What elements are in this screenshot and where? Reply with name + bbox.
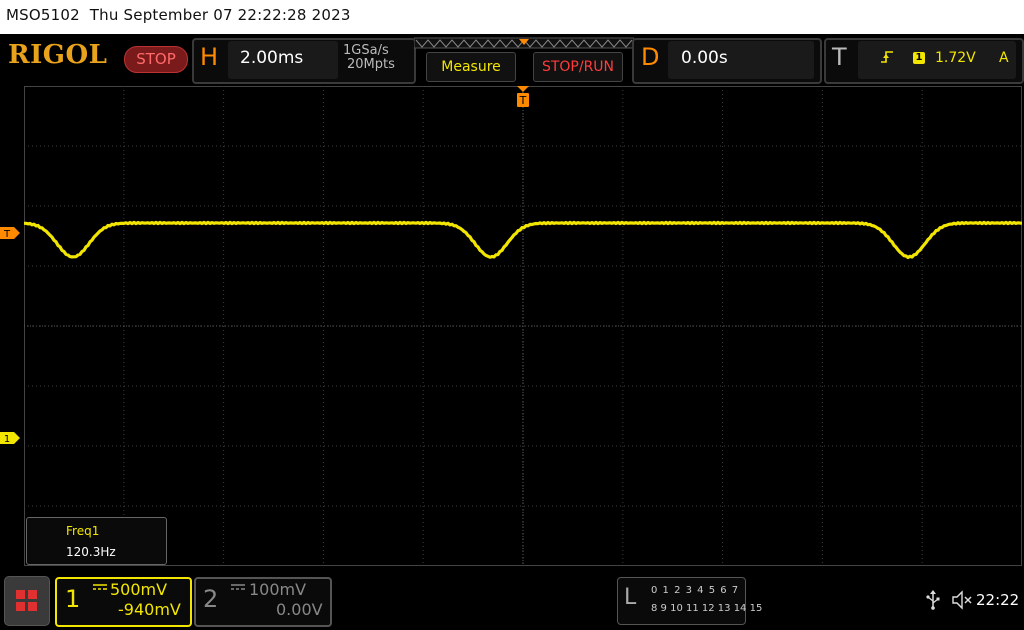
- trigger-mode: A: [999, 50, 1009, 66]
- channel1-scale: 500mV: [110, 580, 168, 599]
- trigger-source-badge: 1: [913, 52, 925, 64]
- horizontal-letter: H: [200, 43, 219, 71]
- dc-coupling-icon: [231, 584, 245, 590]
- logic-channels-row1: 0 1 2 3 4 5 6 7: [651, 585, 740, 596]
- measurement-name: Freq1: [66, 524, 100, 538]
- title-text: MSO5102 Thu September 07 22:22:28 2023: [6, 6, 351, 24]
- memory-position-strip[interactable]: [414, 37, 634, 49]
- run-state-label: STOP: [136, 50, 176, 68]
- stop-run-label: STOP/RUN: [541, 59, 615, 75]
- datetime: Thu September 07 22:22:28 2023: [89, 6, 351, 24]
- trigger-letter: T: [832, 43, 847, 71]
- channel2-offset: 0.00V: [276, 600, 323, 619]
- measure-label: Measure: [441, 59, 501, 75]
- model-name: MSO5102: [6, 6, 80, 24]
- logic-channels-row2: 8 9 10 11 12 13 14 15: [651, 603, 763, 614]
- run-state-badge[interactable]: STOP: [124, 46, 188, 73]
- measure-button[interactable]: Measure: [426, 52, 516, 82]
- speaker-muted-icon[interactable]: [951, 590, 973, 610]
- delay-value: 0.00s: [681, 48, 728, 68]
- channel1-number: 1: [65, 585, 81, 613]
- menu-grid-icon: [16, 590, 37, 611]
- delay-letter: D: [641, 43, 660, 71]
- channel1-marker-label: 1: [4, 434, 10, 444]
- logic-analyzer-letter: L: [624, 585, 637, 610]
- trigger-position-label: T: [519, 94, 527, 107]
- sample-rate: 1GSa/s: [343, 43, 389, 58]
- rigol-logo: RIGOL: [8, 40, 108, 70]
- channel1-offset-marker[interactable]: 1: [0, 432, 20, 444]
- trigger-level-marker-label: T: [3, 229, 11, 239]
- measurement-value: 120.3Hz: [66, 545, 116, 559]
- channel2-scale: 100mV: [249, 580, 307, 599]
- trigger-position-icon[interactable]: T: [515, 86, 531, 110]
- timebase-value: 2.00ms: [240, 48, 304, 68]
- trigger-source: 1: [915, 52, 923, 63]
- channel2-number: 2: [203, 585, 219, 613]
- trigger-level-marker[interactable]: T: [0, 227, 20, 239]
- waveform-display[interactable]: [24, 86, 1022, 566]
- dc-coupling-icon: [93, 584, 107, 590]
- menu-button[interactable]: [4, 576, 50, 626]
- trigger-level: 1.72V: [935, 50, 976, 66]
- stop-run-button[interactable]: STOP/RUN: [533, 52, 623, 82]
- memory-depth: 20Mpts: [347, 57, 395, 72]
- rising-edge-icon: [881, 51, 893, 63]
- channel1-offset: -940mV: [118, 600, 181, 619]
- clock: 22:22: [976, 591, 1020, 609]
- usb-icon: [926, 590, 940, 610]
